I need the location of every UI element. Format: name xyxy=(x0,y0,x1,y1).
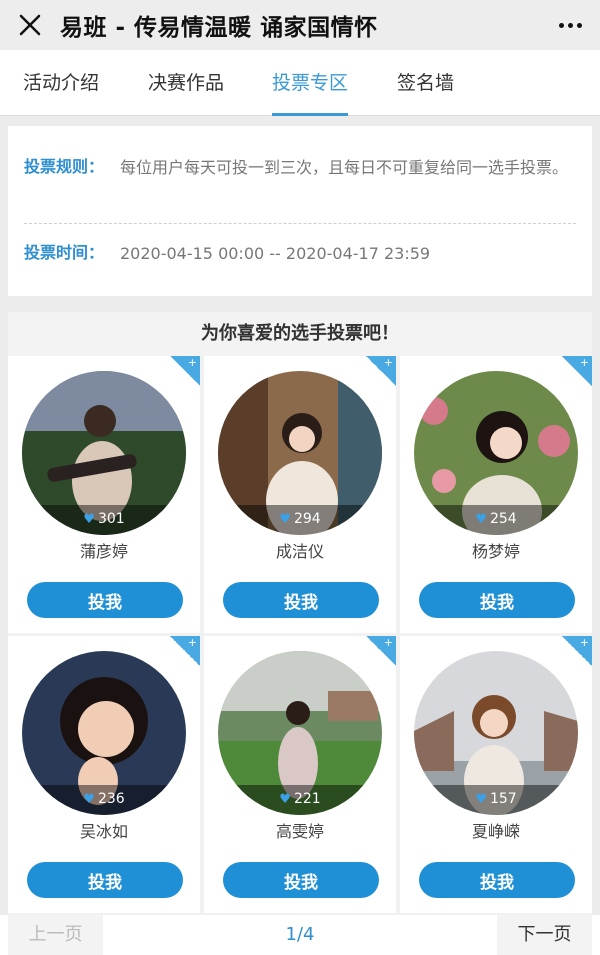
vote-button[interactable]: 投我 xyxy=(223,862,379,898)
vote-button[interactable]: 投我 xyxy=(223,582,379,618)
title-bar: 易班 - 传易情温暖 诵家国情怀 xyxy=(0,0,600,50)
candidate-name: 杨梦婷 xyxy=(471,542,520,561)
tab-signature-wall[interactable]: 签名墙 xyxy=(397,50,454,116)
tab-finals[interactable]: 决赛作品 xyxy=(148,50,224,116)
time-row: 投票时间： 2020-04-15 00:00 -- 2020-04-17 23:… xyxy=(24,240,576,267)
candidate-name: 吴冰如 xyxy=(79,822,128,841)
rule-label: 投票规则： xyxy=(24,157,105,176)
candidate-card[interactable]: + ♥ 301 蒲彦婷 投我 xyxy=(8,356,200,633)
close-button[interactable] xyxy=(0,0,60,50)
like-count: ♥ 294 xyxy=(218,505,382,535)
vote-button[interactable]: 投我 xyxy=(27,862,183,898)
add-corner-icon[interactable]: + xyxy=(170,636,200,666)
heart-icon: ♥ xyxy=(279,512,291,527)
like-count: ♥ 254 xyxy=(414,505,578,535)
candidate-name: 成洁仪 xyxy=(275,542,324,561)
more-dots-icon xyxy=(558,22,564,28)
more-button[interactable] xyxy=(540,0,600,50)
candidate-card[interactable]: + ♥ 294 成洁仪 投我 xyxy=(204,356,396,633)
vote-button[interactable]: 投我 xyxy=(419,582,575,618)
add-corner-icon[interactable]: + xyxy=(562,636,592,666)
like-count: ♥ 236 xyxy=(22,785,186,815)
heart-icon: ♥ xyxy=(279,792,291,807)
add-corner-icon[interactable]: + xyxy=(366,636,396,666)
close-icon xyxy=(19,14,41,36)
candidate-card[interactable]: + ♥ 157 夏峥嵘 投我 xyxy=(400,636,592,913)
time-label: 投票时间： xyxy=(24,243,105,262)
avatar[interactable]: ♥ 254 xyxy=(414,371,578,535)
rule-row: 投票规则： 每位用户每天可投一到三次，且每日不可重复给同一选手投票。 xyxy=(24,154,576,181)
vote-button[interactable]: 投我 xyxy=(419,862,575,898)
avatar[interactable]: ♥ 301 xyxy=(22,371,186,535)
like-count: ♥ 157 xyxy=(414,785,578,815)
vote-rules-panel: 投票规则： 每位用户每天可投一到三次，且每日不可重复给同一选手投票。 投票时间：… xyxy=(8,126,592,296)
add-corner-icon[interactable]: + xyxy=(170,356,200,386)
candidate-card[interactable]: + ♥ 221 高雯婷 投我 xyxy=(204,636,396,913)
like-count: ♥ 301 xyxy=(22,505,186,535)
avatar[interactable]: ♥ 236 xyxy=(22,651,186,815)
vote-button[interactable]: 投我 xyxy=(27,582,183,618)
time-text: 2020-04-15 00:00 -- 2020-04-17 23:59 xyxy=(120,244,431,263)
heart-icon: ♥ xyxy=(475,512,487,527)
candidate-card[interactable]: + ♥ 236 吴冰如 投我 xyxy=(8,636,200,913)
divider xyxy=(24,223,576,224)
add-corner-icon[interactable]: + xyxy=(366,356,396,386)
heart-icon: ♥ xyxy=(83,512,95,527)
like-count: ♥ 221 xyxy=(218,785,382,815)
tab-vote[interactable]: 投票专区 xyxy=(272,50,349,116)
rule-text: 每位用户每天可投一到三次，且每日不可重复给同一选手投票。 xyxy=(120,158,569,177)
candidate-name: 夏峥嵘 xyxy=(471,822,520,841)
tab-intro[interactable]: 活动介绍 xyxy=(23,50,99,116)
heart-icon: ♥ xyxy=(83,792,95,807)
add-corner-icon[interactable]: + xyxy=(562,356,592,386)
avatar[interactable]: ♥ 294 xyxy=(218,371,382,535)
tab-bar: 活动介绍 决赛作品 投票专区 签名墙 xyxy=(0,50,600,116)
vote-header: 为你喜爱的选手投票吧！ xyxy=(8,312,592,356)
candidate-card[interactable]: + ♥ 254 杨梦婷 投我 xyxy=(400,356,592,633)
vote-section: 为你喜爱的选手投票吧！ + ♥ 301 蒲彦婷 投我 + ♥ 294 成洁仪 投… xyxy=(8,312,592,955)
pagination: 上一页 1/4 下一页 xyxy=(0,915,600,955)
candidate-name: 高雯婷 xyxy=(275,822,324,841)
heart-icon: ♥ xyxy=(475,792,487,807)
avatar[interactable]: ♥ 157 xyxy=(414,651,578,815)
page-title: 易班 - 传易情温暖 诵家国情怀 xyxy=(60,15,378,41)
candidate-name: 蒲彦婷 xyxy=(79,542,128,561)
next-page-button[interactable]: 下一页 xyxy=(497,915,592,955)
avatar[interactable]: ♥ 221 xyxy=(218,651,382,815)
